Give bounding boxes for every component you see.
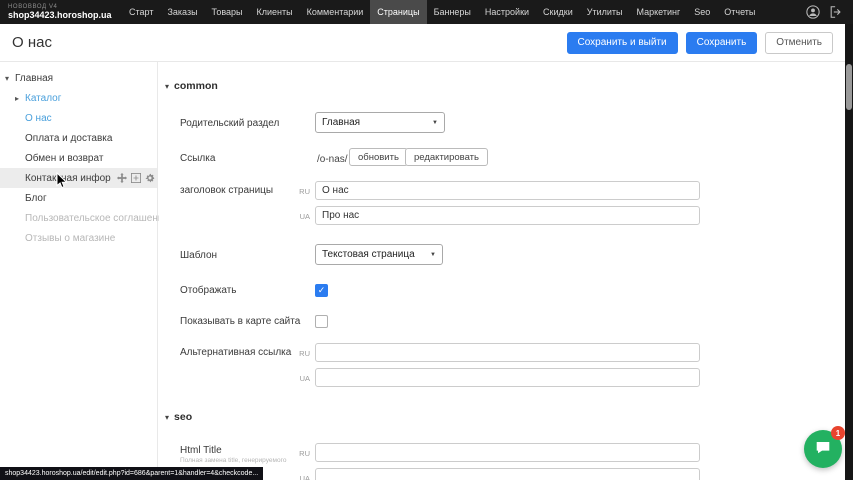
tree-item-user-agreement[interactable]: Пользовательское соглашение xyxy=(0,208,157,228)
lang-ua-label: UA xyxy=(293,212,310,221)
parent-section-select[interactable]: Главная ▼ xyxy=(315,112,445,133)
display-label: Отображать xyxy=(180,285,236,296)
save-button[interactable]: Сохранить xyxy=(686,32,758,54)
drag-move-icon[interactable] xyxy=(117,173,127,183)
logout-icon[interactable] xyxy=(829,5,843,19)
alt-link-ua-input[interactable] xyxy=(315,368,700,387)
tree-item-label: Главная xyxy=(15,73,53,84)
logo[interactable]: НОВОВВОД V4 shop34423.horoshop.ua xyxy=(0,4,112,20)
lang-ua-label: UA xyxy=(293,474,310,480)
sitemap-checkbox[interactable] xyxy=(315,315,328,328)
tree-item-catalog[interactable]: ▸ Каталог xyxy=(0,88,157,108)
tree-item-exchange-return[interactable]: Обмен и возврат xyxy=(0,148,157,168)
lang-ru-label: RU xyxy=(293,187,310,196)
alt-link-ru-input[interactable] xyxy=(315,343,700,362)
link-path-value: /o-nas/ xyxy=(317,154,348,165)
menu-utilities[interactable]: Утилиты xyxy=(580,0,630,24)
chevron-down-icon: ▼ xyxy=(432,120,438,126)
link-label: Ссылка xyxy=(180,153,215,164)
check-icon: ✓ xyxy=(318,285,326,296)
tree-item-about-selected[interactable]: О нас xyxy=(0,108,157,128)
menu-seo[interactable]: Seo xyxy=(687,0,717,24)
section-common-label: common xyxy=(174,80,218,92)
tree-item-label: Блог xyxy=(25,193,47,204)
parent-section-value: Главная xyxy=(322,117,360,128)
cancel-button[interactable]: Отменить xyxy=(765,32,833,54)
tree-item-blog[interactable]: Блог xyxy=(0,188,157,208)
section-seo[interactable]: ▾ seo xyxy=(165,411,192,423)
caret-down-icon[interactable]: ▾ xyxy=(5,74,15,83)
topbar-icons xyxy=(806,5,853,19)
tree-item-payment-delivery[interactable]: Оплата и доставка xyxy=(0,128,157,148)
logo-domain: shop34423.horoshop.ua xyxy=(8,10,112,20)
chevron-down-icon: ▼ xyxy=(430,252,436,258)
menu-start[interactable]: Старт xyxy=(122,0,160,24)
section-common[interactable]: ▾ common xyxy=(165,80,218,92)
template-value: Текстовая страница xyxy=(322,249,415,260)
template-select[interactable]: Текстовая страница ▼ xyxy=(315,244,443,265)
tree-item-label: Оплата и доставка xyxy=(25,133,112,144)
tree-item-label: Отзывы о магазине xyxy=(25,233,115,244)
save-and-exit-button[interactable]: Сохранить и выйти xyxy=(567,32,678,54)
horoshop-admin-window: НОВОВВОД V4 shop34423.horoshop.ua Старт … xyxy=(0,0,853,480)
menu-products[interactable]: Товары xyxy=(205,0,250,24)
tree-item-label: Каталог xyxy=(25,93,61,104)
page-header: О нас Сохранить и выйти Сохранить Отмени… xyxy=(0,24,845,62)
scrollbar-thumb[interactable] xyxy=(846,64,852,110)
add-page-icon[interactable] xyxy=(131,173,141,183)
header-actions: Сохранить и выйти Сохранить Отменить xyxy=(567,32,834,54)
main-menu: Старт Заказы Товары Клиенты Комментарии … xyxy=(122,0,762,24)
lang-ua-label: UA xyxy=(293,374,310,383)
tree-item-contact-info[interactable]: Контактная инфор xyxy=(0,168,157,188)
section-seo-label: seo xyxy=(174,411,192,423)
template-label: Шаблон xyxy=(180,250,217,261)
caret-down-icon: ▾ xyxy=(165,82,169,91)
topbar: НОВОВВОД V4 shop34423.horoshop.ua Старт … xyxy=(0,0,853,24)
link-refresh-button[interactable]: обновить xyxy=(349,148,408,166)
caret-down-icon: ▾ xyxy=(165,413,169,422)
menu-marketing[interactable]: Маркетинг xyxy=(629,0,687,24)
chat-bubble-icon xyxy=(814,438,832,461)
tree-item-store-reviews[interactable]: Отзывы о магазине xyxy=(0,228,157,248)
parent-section-label: Родительский раздел xyxy=(180,118,279,129)
pages-tree-sidebar: ▾ Главная ▸ Каталог О нас Оплата и доста… xyxy=(0,62,158,480)
chat-widget-button[interactable]: 1 xyxy=(804,430,842,468)
html-title-ru-input[interactable] xyxy=(315,443,700,462)
html-title-ua-input[interactable] xyxy=(315,468,700,480)
right-scroll-strip xyxy=(845,24,853,480)
lang-ru-label: RU xyxy=(293,449,310,458)
html-title-hint: Полная замена title, генерируемого xyxy=(180,457,315,464)
menu-comments[interactable]: Комментарии xyxy=(300,0,371,24)
menu-discounts[interactable]: Скидки xyxy=(536,0,580,24)
page-title-ru-input[interactable] xyxy=(315,181,700,200)
tree-item-label: Обмен и возврат xyxy=(25,153,103,164)
page-title: О нас xyxy=(12,34,52,51)
account-icon[interactable] xyxy=(806,5,820,19)
tree-item-label: Контактная инфор xyxy=(25,173,111,184)
gear-icon[interactable] xyxy=(145,173,155,183)
menu-orders[interactable]: Заказы xyxy=(160,0,204,24)
tree-item-home[interactable]: ▾ Главная xyxy=(0,68,157,88)
sitemap-label: Показывать в карте сайта xyxy=(180,316,300,327)
caret-right-icon[interactable]: ▸ xyxy=(15,94,25,103)
menu-clients[interactable]: Клиенты xyxy=(250,0,300,24)
tree-item-label: О нас xyxy=(25,113,52,124)
alt-link-label: Альтернативная ссылка xyxy=(180,347,291,358)
menu-pages[interactable]: Страницы xyxy=(370,0,426,24)
lang-ru-label: RU xyxy=(293,349,310,358)
display-checkbox[interactable]: ✓ xyxy=(315,284,328,297)
menu-banners[interactable]: Баннеры xyxy=(427,0,478,24)
status-url: shop34423.horoshop.ua/edit/edit.php?id=6… xyxy=(0,467,263,480)
page-edit-form: ▾ common Родительский раздел Главная ▼ С… xyxy=(159,62,845,480)
link-edit-button[interactable]: редактировать xyxy=(405,148,488,166)
menu-reports[interactable]: Отчеты xyxy=(717,0,762,24)
page-title-ua-input[interactable] xyxy=(315,206,700,225)
page-title-field-label: заголовок страницы xyxy=(180,185,273,196)
html-title-label: Html Title xyxy=(180,445,222,456)
tree-item-label: Пользовательское соглашение xyxy=(25,213,169,224)
menu-settings[interactable]: Настройки xyxy=(478,0,536,24)
chat-unread-badge: 1 xyxy=(831,426,845,440)
